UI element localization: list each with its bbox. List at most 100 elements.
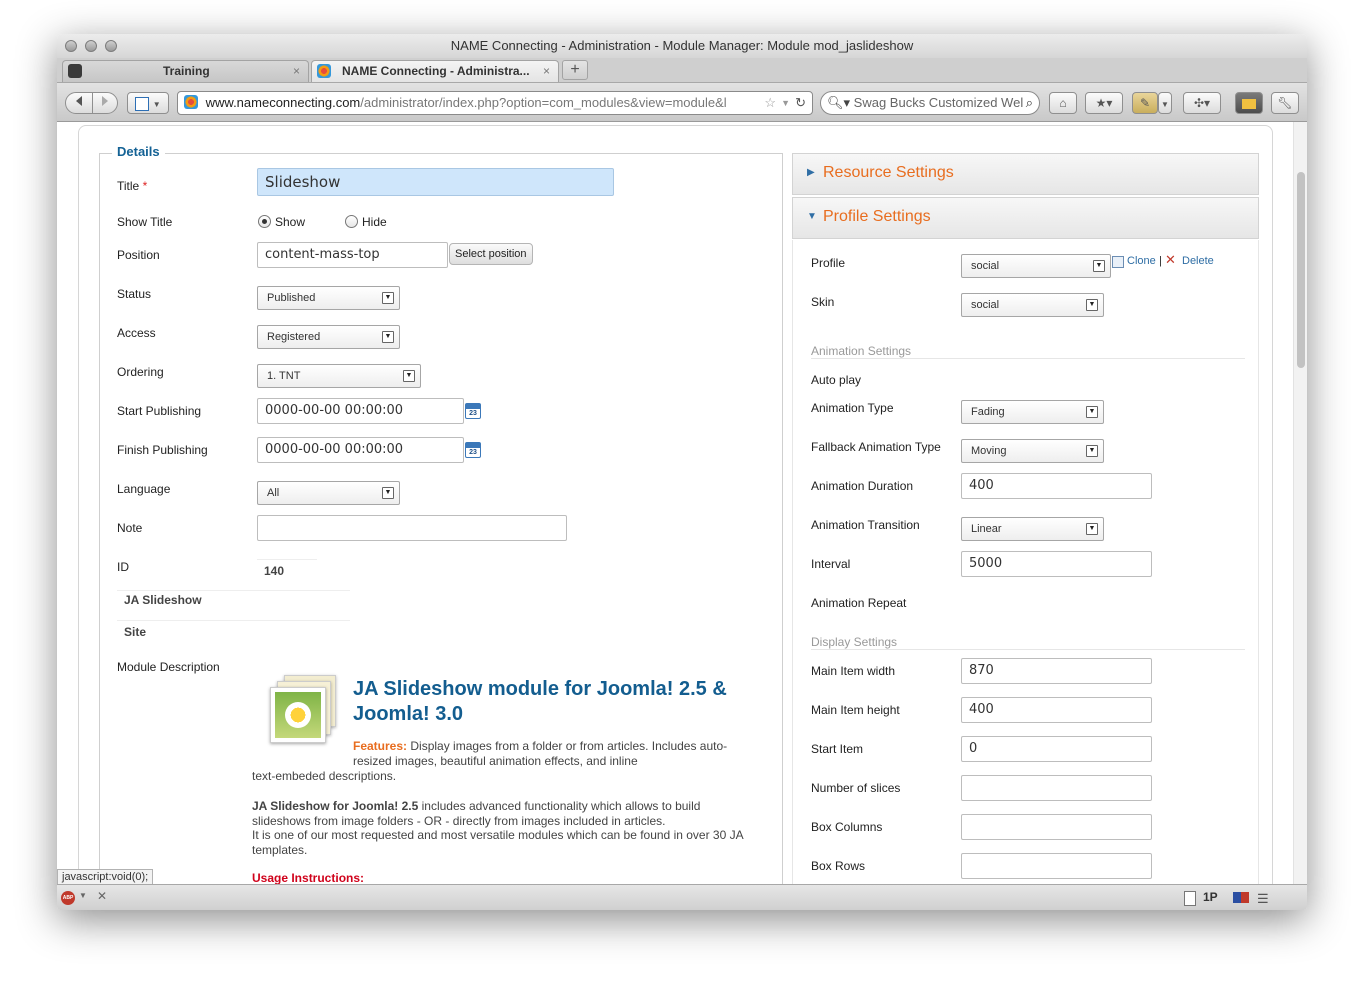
start-item-input[interactable]: 0 <box>961 736 1152 762</box>
title-label: Title * <box>117 179 147 193</box>
back-arrow-icon <box>76 96 82 106</box>
chevron-down-icon[interactable]: ▼ <box>79 891 87 900</box>
flag-icon[interactable] <box>1233 892 1249 903</box>
description-line3: It is one of our most requested and most… <box>252 828 744 842</box>
fallback-animation-label: Fallback Animation Type <box>811 440 941 454</box>
search-input[interactable]: 🔍︎▾ Swag Bucks Customized Wel ⌕ <box>820 91 1040 115</box>
id-divider <box>257 559 317 560</box>
description-line4: templates. <box>252 842 308 857</box>
vertical-scrollbar[interactable] <box>1293 122 1307 884</box>
joomla-favicon-icon <box>68 64 82 78</box>
finish-publishing-input[interactable]: 0000-00-00 00:00:00 <box>257 437 464 463</box>
chevron-down-icon: ▼ <box>1086 299 1098 311</box>
position-input[interactable]: content-mass-top <box>257 242 448 268</box>
notes-button[interactable] <box>1235 92 1263 114</box>
display-settings-group: Display Settings <box>811 635 898 649</box>
main-item-width-label: Main Item width <box>811 664 896 678</box>
chevron-down-icon: ▼ <box>403 370 415 382</box>
search-engine-icon: 🔍︎▾ <box>827 95 851 110</box>
start-calendar-icon[interactable]: 23 <box>465 403 481 419</box>
browser-window: NAME Connecting - Administration - Modul… <box>57 34 1307 910</box>
reload-icon[interactable]: ↻ <box>795 92 806 114</box>
tab-close-icon[interactable]: × <box>293 61 300 81</box>
tools-button[interactable]: ✣▾ <box>1183 92 1221 114</box>
animation-duration-label: Animation Duration <box>811 479 914 493</box>
tab-close-icon[interactable]: × <box>543 61 550 81</box>
animation-duration-input[interactable]: 400 <box>961 473 1152 499</box>
chevron-down-icon: ▼ <box>1086 523 1098 535</box>
bookmarks-button[interactable]: ★▾ <box>1085 92 1123 114</box>
skin-value: social <box>971 299 1000 311</box>
chevron-down-icon: ▼ <box>1086 406 1098 418</box>
page-icon[interactable] <box>1184 891 1196 906</box>
select-position-button[interactable]: Select position <box>449 243 533 265</box>
bookmark-menu-button[interactable]: ▼ <box>127 92 169 114</box>
animation-transition-select[interactable]: Linear ▼ <box>961 517 1104 541</box>
status-select[interactable]: Published ▼ <box>257 286 400 310</box>
interval-input[interactable]: 5000 <box>961 551 1152 577</box>
box-rows-label: Box Rows <box>811 859 866 873</box>
features-paragraph: Features: Display images from a folder o… <box>353 739 753 768</box>
extension-button[interactable]: ✎ <box>1132 92 1158 114</box>
search-icon[interactable]: ⌕ <box>1026 92 1033 114</box>
fallback-animation-select[interactable]: Moving ▼ <box>961 439 1104 463</box>
tab-name-connecting[interactable]: NAME Connecting - Administra... × <box>311 60 559 82</box>
back-button[interactable] <box>65 92 93 114</box>
extension-menu-button[interactable]: ▼ <box>1158 92 1172 114</box>
ordering-select[interactable]: 1. TNT ▼ <box>257 364 421 388</box>
adblock-icon[interactable]: ABP <box>61 891 75 905</box>
number-of-slices-input[interactable] <box>961 775 1152 801</box>
zoom-window-button[interactable] <box>105 40 117 52</box>
show-title-hide-radio[interactable] <box>345 215 358 228</box>
menu-icon[interactable]: ☰ <box>1257 891 1269 907</box>
page-content: Details Title * Slideshow Show Title Sho… <box>57 122 1307 884</box>
scrollbar-thumb[interactable] <box>1297 172 1305 368</box>
close-icon[interactable]: ✕ <box>97 889 107 903</box>
access-select[interactable]: Registered ▼ <box>257 325 400 349</box>
skin-select[interactable]: social ▼ <box>961 293 1104 317</box>
title-label-text: Title <box>117 179 140 193</box>
box-columns-input[interactable] <box>961 814 1152 840</box>
wrench-icon: 🔧︎ <box>1277 96 1293 110</box>
show-title-show-radio[interactable] <box>258 215 271 228</box>
delete-icon[interactable]: ✕ <box>1165 252 1176 268</box>
resource-settings-header[interactable]: ▶ Resource Settings <box>792 153 1259 195</box>
forward-button[interactable] <box>92 92 118 114</box>
group-divider <box>811 649 1245 650</box>
box-rows-input[interactable] <box>961 853 1152 879</box>
minimize-window-button[interactable] <box>85 40 97 52</box>
tab-training[interactable]: Training × <box>62 60 309 82</box>
title-input[interactable]: Slideshow <box>257 168 614 196</box>
calendar-day: 23 <box>469 410 477 417</box>
clone-link[interactable]: Clone <box>1127 255 1156 267</box>
animation-type-label: Animation Type <box>811 401 894 415</box>
animation-type-select[interactable]: Fading ▼ <box>961 400 1104 424</box>
finish-calendar-icon[interactable]: 23 <box>465 442 481 458</box>
home-button[interactable]: ⌂ <box>1049 92 1077 114</box>
new-tab-button[interactable]: + <box>562 60 588 80</box>
animation-transition-label: Animation Transition <box>811 518 920 532</box>
animation-settings-group: Animation Settings <box>811 344 912 358</box>
calendar-day: 23 <box>469 449 477 456</box>
profile-select[interactable]: social ▼ <box>961 254 1111 278</box>
onepassword-label[interactable]: 1P <box>1203 890 1218 904</box>
divider <box>117 590 350 591</box>
title-bar: NAME Connecting - Administration - Modul… <box>57 34 1307 58</box>
url-path: /administrator/index.php?option=com_modu… <box>360 95 727 110</box>
note-input[interactable] <box>257 515 567 541</box>
delete-link[interactable]: Delete <box>1182 255 1214 267</box>
start-publishing-input[interactable]: 0000-00-00 00:00:00 <box>257 398 464 424</box>
language-value: All <box>267 487 280 499</box>
profile-settings-header[interactable]: ▼ Profile Settings <box>792 197 1259 239</box>
close-window-button[interactable] <box>65 40 77 52</box>
main-item-width-input[interactable]: 870 <box>961 658 1152 684</box>
url-bar[interactable]: www.nameconnecting.com/administrator/ind… <box>177 91 813 115</box>
notes-icon <box>1242 98 1256 109</box>
bookmark-star-icon[interactable]: ☆ <box>764 92 776 114</box>
settings-button[interactable]: 🔧︎ <box>1271 92 1299 114</box>
tab-label: NAME Connecting - Administra... <box>342 64 530 78</box>
main-item-height-input[interactable]: 400 <box>961 697 1152 723</box>
language-select[interactable]: All ▼ <box>257 481 400 505</box>
description-paragraph: JA Slideshow for Joomla! 2.5 includes ad… <box>252 799 762 857</box>
chevron-down-icon[interactable]: ▼ <box>781 92 790 114</box>
